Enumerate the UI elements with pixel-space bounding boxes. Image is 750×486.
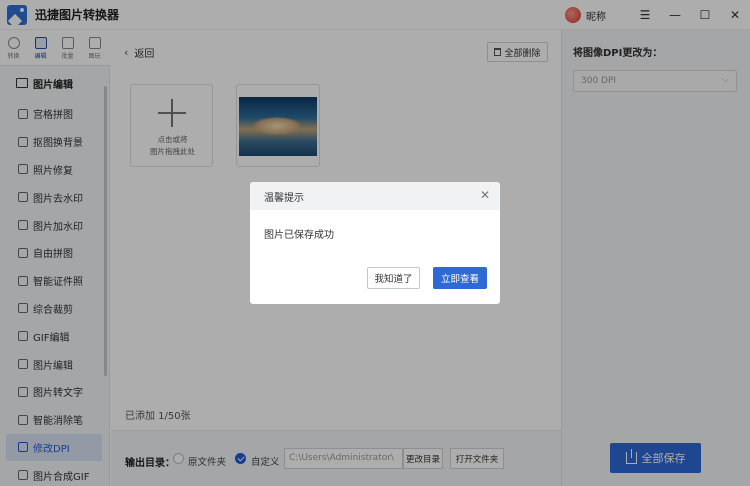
- dialog-message: 图片已保存成功: [264, 230, 334, 241]
- save-success-dialog: 温馨提示 ✕ 图片已保存成功 我知道了 立即查看: [250, 182, 500, 304]
- dialog-title: 温馨提示: [264, 192, 304, 204]
- view-now-button[interactable]: 立即查看: [433, 267, 487, 289]
- dialog-header: 温馨提示 ✕: [250, 182, 500, 210]
- dialog-close-icon[interactable]: ✕: [480, 188, 490, 202]
- got-it-button[interactable]: 我知道了: [367, 267, 420, 289]
